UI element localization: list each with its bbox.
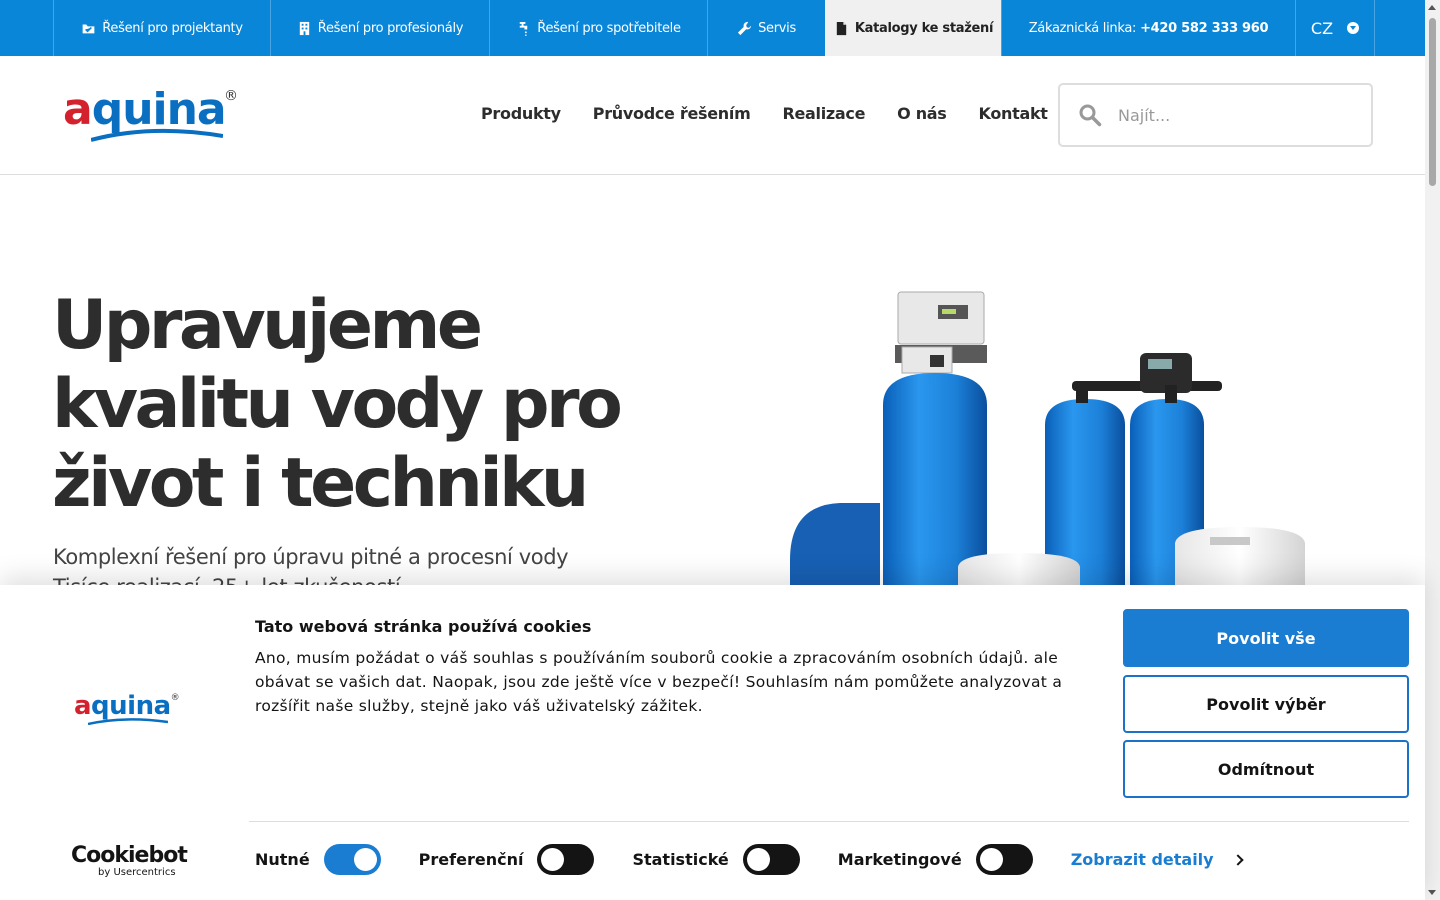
allow-all-button[interactable]: Povolit vše	[1123, 609, 1409, 667]
topbar-link-catalogs[interactable]: Katalogy ke stažení	[825, 0, 1001, 56]
hero-title: Upravujeme kvalitu vody pro život i tech…	[52, 286, 692, 523]
cookiebot-logo[interactable]: Cookiebot by Usercentrics	[71, 843, 188, 879]
toggle-statistics: Statistické	[632, 844, 800, 875]
hero-subtitle: Komplexní řešení pro úpravu pitné a proc…	[53, 545, 569, 569]
faucet-icon	[520, 21, 528, 36]
document-icon	[836, 21, 847, 35]
topbar-link-label: Řešení pro spotřebitele	[537, 20, 681, 36]
scroll-up-arrow-icon[interactable]	[1428, 5, 1436, 10]
nav-item-contact[interactable]: Kontakt	[979, 104, 1048, 123]
folder-check-icon	[81, 22, 97, 35]
topbar-link-label: Katalogy ke stažení	[854, 20, 994, 36]
search-input[interactable]	[1118, 105, 1338, 125]
topbar-link-consumers[interactable]: Řešení pro spotřebitele	[489, 0, 707, 56]
nav-item-solution-guide[interactable]: Průvodce řešením	[593, 104, 751, 123]
nav-item-realizations[interactable]: Realizace	[782, 104, 865, 123]
cookie-banner-logo: aquina®	[74, 693, 184, 733]
search-box	[1058, 83, 1373, 147]
site-logo[interactable]: aquina ®	[63, 88, 243, 148]
language-code: CZ	[1310, 18, 1334, 38]
cookie-logo-reg: ®	[170, 693, 180, 703]
hero-title-line: Upravujeme	[52, 286, 483, 365]
show-details-label: Zobrazit detaily	[1070, 850, 1214, 869]
language-selector[interactable]: CZ	[1295, 0, 1375, 56]
toggle-preferences: Preferenční	[419, 844, 595, 875]
toggle-necessary: Nutné	[255, 844, 381, 875]
cookie-divider	[249, 821, 1409, 822]
cookie-consent-banner: aquina® Tato webová stránka používá cook…	[0, 585, 1425, 900]
building-icon	[299, 21, 309, 35]
chevron-down-icon	[1347, 22, 1360, 34]
wrench-icon	[738, 21, 752, 35]
water-softener-product-image	[790, 291, 1305, 585]
top-bar: Řešení pro projektanty Řešení pro profes…	[0, 0, 1425, 56]
cookie-category-toggles: Nutné Preferenční Statistické Marketingo…	[255, 844, 1244, 875]
topbar-link-label: Servis	[758, 20, 796, 36]
show-details-link[interactable]: Zobrazit detaily	[1070, 850, 1244, 869]
toggle-label: Nutné	[255, 850, 310, 869]
cookiebot-by: by Usercentrics	[98, 867, 176, 878]
hero-title-line: život i techniku	[52, 444, 589, 523]
scrollbar-thumb[interactable]	[1429, 18, 1436, 186]
cookie-logo-wave-icon	[88, 718, 168, 725]
cookie-logo-wordmark: aquina®	[74, 693, 184, 719]
scroll-down-arrow-icon[interactable]	[1428, 890, 1436, 895]
allow-selection-button[interactable]: Povolit výběr	[1123, 675, 1409, 733]
toggle-marketing: Marketingové	[838, 844, 1033, 875]
toggle-label: Statistické	[632, 850, 729, 869]
topbar-link-professionals[interactable]: Řešení pro profesionály	[270, 0, 489, 56]
logo-registered-mark: ®	[224, 88, 238, 104]
nav-item-products[interactable]: Produkty	[481, 104, 561, 123]
reject-button[interactable]: Odmítnout	[1123, 740, 1409, 798]
necessary-switch[interactable]	[323, 844, 381, 875]
preferences-switch[interactable]	[537, 844, 595, 875]
toggle-label: Marketingové	[837, 850, 962, 869]
page-scrollbar[interactable]	[1425, 0, 1440, 900]
site-header: aquina ® Produkty Průvodce řešením Reali…	[0, 56, 1425, 175]
logo-wave-icon	[91, 128, 223, 142]
topbar-link-label: Řešení pro projektanty	[102, 20, 243, 36]
topbar-link-label: Řešení pro profesionály	[317, 20, 464, 36]
statistics-switch[interactable]	[742, 844, 800, 875]
cookie-title: Tato webová stránka používá cookies	[255, 617, 592, 636]
topbar-link-service[interactable]: Servis	[707, 0, 825, 56]
marketing-switch[interactable]	[975, 844, 1033, 875]
logo-letter-a: a	[63, 84, 93, 135]
search-icon[interactable]	[1078, 103, 1102, 127]
nav-item-about[interactable]: O nás	[897, 104, 947, 123]
phone-number[interactable]: +420 582 333 960	[1140, 21, 1269, 36]
phone-label: Zákaznická linka:	[1028, 20, 1137, 36]
toggle-label: Preferenční	[418, 850, 524, 869]
cookiebot-brand: Cookiebot	[71, 843, 188, 868]
cookie-description: Ano, musím požádat o váš souhlas s použí…	[255, 649, 1063, 715]
chevron-right-icon	[1231, 853, 1244, 866]
topbar-link-designers[interactable]: Řešení pro projektanty	[53, 0, 270, 56]
main-nav: Produkty Průvodce řešením Realizace O ná…	[481, 104, 1048, 123]
hero-title-line: kvalitu vody pro	[52, 365, 623, 444]
customer-phone[interactable]: Zákaznická linka: +420 582 333 960	[1001, 0, 1295, 56]
